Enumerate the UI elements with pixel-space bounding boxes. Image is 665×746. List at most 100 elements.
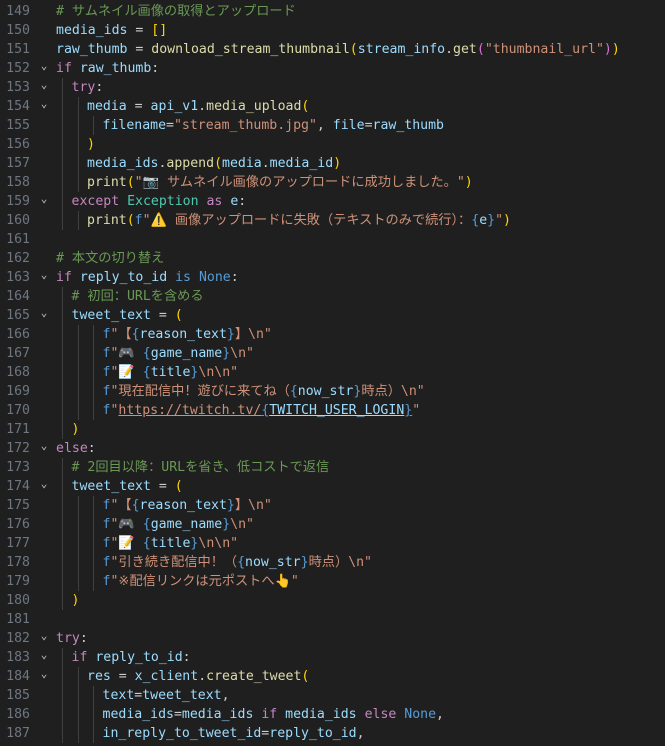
code-line[interactable]: 170 f"https://twitch.tv/{TWITCH_USER_LOGI…: [0, 401, 665, 420]
code-line[interactable]: 176 f"🎮 {game_name}\n": [0, 515, 665, 534]
code-line[interactable]: 184 res = x_client.create_tweet(: [0, 667, 665, 686]
code-token: ): [71, 593, 80, 608]
code-line[interactable]: 182 try:: [0, 629, 665, 648]
code-line[interactable]: 163 if reply_to_id is None:: [0, 268, 665, 287]
code-line[interactable]: 153 try:: [0, 78, 665, 97]
fold-chevron-icon[interactable]: [37, 268, 51, 287]
code-line[interactable]: 161: [0, 230, 665, 249]
code-line[interactable]: 167 f"🎮 {game_name}\n": [0, 344, 665, 363]
code-text: f"※配信リンクは元ポストへ👆": [103, 572, 299, 591]
code-token: ): [603, 42, 612, 57]
code-line[interactable]: 151 raw_thumb = download_stream_thumbnail…: [0, 40, 665, 59]
code-token: \n": [230, 346, 254, 361]
code-token: if: [56, 270, 80, 285]
indent-guide: [77, 116, 79, 135]
code-token: ): [503, 213, 511, 228]
code-line[interactable]: 171): [0, 420, 665, 439]
code-token: ): [71, 422, 80, 437]
code-token: reason_text: [139, 498, 227, 513]
indent-guide: [77, 724, 79, 743]
fold-chevron-icon[interactable]: [37, 97, 51, 116]
fold-chevron-icon[interactable]: [37, 439, 51, 458]
code-line[interactable]: 160 print(f"⚠️ 画像アップロードに失敗（テキストのみで続行）：{e}…: [0, 211, 665, 230]
code-line[interactable]: 168 f"📝 {title}\n\n": [0, 363, 665, 382]
code-line[interactable]: 177 f"📝 {title}\n\n": [0, 534, 665, 553]
indent-guide: [62, 458, 63, 477]
code-line[interactable]: 186 media_ids=media_ids if media_ids else…: [0, 705, 665, 724]
fold-chevron-icon[interactable]: [37, 629, 51, 648]
code-line[interactable]: 162 # 本文の切り替え: [0, 249, 665, 268]
code-line[interactable]: 175 f"【{reason_text}】\n": [0, 496, 665, 515]
code-token: .: [445, 42, 454, 57]
line-number: 164: [6, 289, 30, 304]
code-line[interactable]: 155 filename="stream_thumb.jpg", file=raw…: [0, 116, 665, 135]
code-token: .: [261, 156, 270, 171]
code-line[interactable]: 159 except Exception as e:: [0, 192, 665, 211]
code-line[interactable]: 150 media_ids = []: [0, 21, 665, 40]
code-line[interactable]: 185 text=tweet_text,: [0, 686, 665, 705]
code-token: media_ids: [181, 707, 254, 722]
code-line[interactable]: 149 # サムネイル画像の取得とアップロード: [0, 2, 665, 21]
code-token: {: [131, 327, 140, 342]
line-number: 186: [6, 707, 30, 722]
code-token: title: [150, 536, 191, 551]
code-text: media_ids=media_ids if media_ids else No…: [103, 705, 444, 724]
fold-chevron-icon[interactable]: [37, 192, 51, 211]
code-line[interactable]: 181: [0, 610, 665, 629]
code-line[interactable]: 157 media_ids.append(media.media_id): [0, 154, 665, 173]
code-token: get: [453, 42, 477, 57]
code-token: (: [301, 669, 310, 684]
fold-chevron-icon[interactable]: [37, 648, 51, 667]
line-number: 181: [6, 612, 30, 627]
code-line[interactable]: 152 if raw_thumb:: [0, 59, 665, 78]
code-text: f"【{reason_text}】\n": [103, 496, 272, 515]
indent-guide: [93, 116, 94, 135]
fold-chevron-icon[interactable]: [37, 78, 51, 97]
code-line[interactable]: 174 tweet_text = (: [0, 477, 665, 496]
indent-guide: [77, 686, 79, 705]
fold-chevron-icon[interactable]: [37, 59, 51, 78]
code-line[interactable]: 165 tweet_text = (: [0, 306, 665, 325]
code-line[interactable]: 164 # 初回：URLを含める: [0, 287, 665, 306]
code-line[interactable]: 180): [0, 591, 665, 610]
fold-chevron-icon[interactable]: [37, 306, 51, 325]
indent-guide: [62, 78, 63, 97]
line-number: 170: [6, 403, 30, 418]
code-line[interactable]: 178 f"引き続き配信中！（{now_str}時点）\n": [0, 553, 665, 572]
code-line[interactable]: 187 in_reply_to_tweet_id=reply_to_id,: [0, 724, 665, 743]
code-token: else: [356, 707, 405, 722]
code-token: "引き続き配信中！（: [110, 555, 238, 570]
indent-guide: [77, 534, 79, 553]
code-token: filename: [102, 118, 167, 133]
code-token: (: [301, 99, 310, 114]
line-number: 151: [6, 42, 30, 57]
indent-guide: [62, 477, 63, 496]
code-line[interactable]: 169 f"現在配信中！遊びに来てね（{now_str}時点）\n": [0, 382, 665, 401]
code-token: =: [127, 23, 152, 38]
code-line[interactable]: 158 print("📷 サムネイル画像のアップロードに成功しました。"): [0, 173, 665, 192]
code-editor[interactable]: 149 # サムネイル画像の取得とアップロード 150 media_ids = [] 1…: [0, 0, 665, 746]
code-text: # 初回：URLを含める: [72, 287, 204, 306]
code-line[interactable]: 156): [0, 135, 665, 154]
code-token: except: [71, 194, 128, 209]
code-token: try: [71, 80, 96, 95]
code-line[interactable]: 179 f"※配信リンクは元ポストへ👆": [0, 572, 665, 591]
code-token: "【: [110, 498, 132, 513]
code-line[interactable]: 154 media = api_v1.media_upload(: [0, 97, 665, 116]
line-number: 174: [6, 479, 30, 494]
code-token: .: [198, 669, 207, 684]
code-line[interactable]: 172 else:: [0, 439, 665, 458]
fold-chevron-icon[interactable]: [37, 667, 51, 686]
code-line[interactable]: 173 # 2回目以降：URLを省き、低コストで返信: [0, 458, 665, 477]
code-token: (: [349, 42, 358, 57]
code-token: ,: [221, 688, 230, 703]
code-token: =: [150, 308, 175, 323]
code-token: None: [404, 707, 437, 722]
indent-guide: [62, 325, 63, 344]
code-line[interactable]: 183 if reply_to_id:: [0, 648, 665, 667]
code-token: {: [237, 555, 246, 570]
fold-chevron-icon[interactable]: [37, 477, 51, 496]
code-line[interactable]: 166 f"【{reason_text}】\n": [0, 325, 665, 344]
code-token: "thumbnail_url": [484, 42, 604, 57]
indent-guide: [93, 534, 94, 553]
